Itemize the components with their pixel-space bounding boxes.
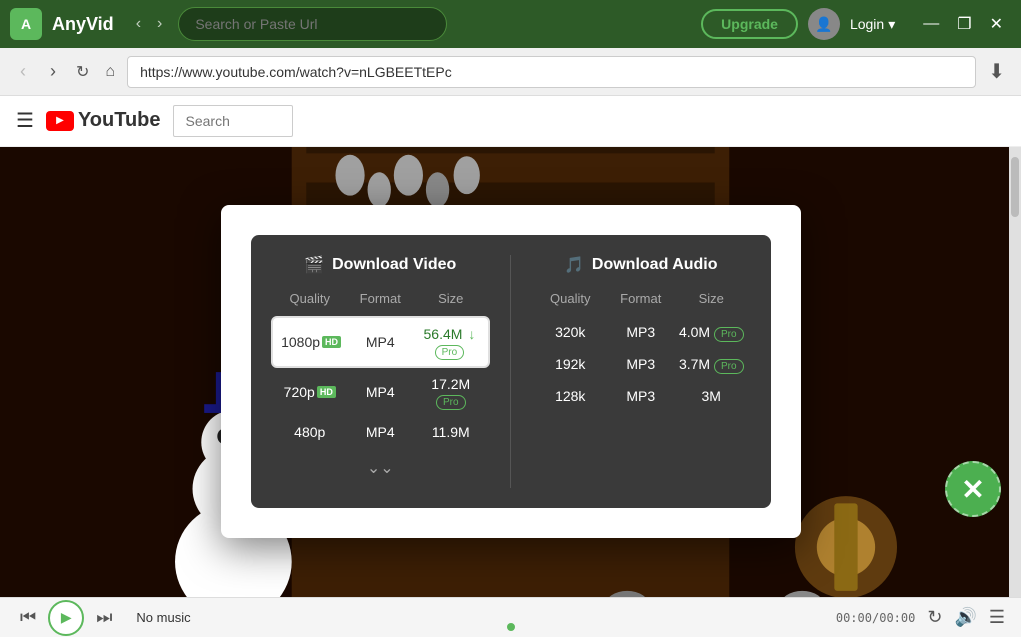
audio-download-column: 🎵 Download Audio Quality Format Size [531, 255, 751, 488]
panel-columns: 🎬 Download Video Quality Format Size [271, 255, 751, 488]
video-download-column: 🎬 Download Video Quality Format Size [271, 255, 491, 488]
nav-arrows: ‹ › [130, 11, 169, 37]
hamburger-menu-button[interactable]: ☰ [16, 108, 34, 133]
audio-size-header: Size [676, 291, 747, 306]
content-wrapper: ☰ YouTube [0, 96, 1021, 637]
refresh-button[interactable]: ↻ [72, 58, 93, 86]
video-row-720p[interactable]: 720p HD MP4 17.2M Pro [271, 368, 491, 416]
audio-section-header: 🎵 Download Audio [531, 255, 751, 275]
video-size-720p: 17.2M Pro [416, 376, 487, 408]
expand-video-button[interactable]: ⌄⌄ [271, 448, 491, 488]
progress-dot [507, 623, 515, 631]
video-quality-480p: 480p [275, 424, 346, 440]
download-modal: 🎬 Download Video Quality Format Size [221, 205, 801, 538]
audio-col-headers: Quality Format Size [531, 291, 751, 306]
youtube-icon [46, 111, 74, 131]
progress-bar-area [0, 623, 1021, 631]
window-controls: — ❐ ✕ [915, 10, 1011, 38]
avatar: 👤 [808, 8, 840, 40]
video-row-1080p[interactable]: 1080p HD MP4 56.4M ↓ Pro [271, 316, 491, 368]
audio-quality-320k: 320k [535, 324, 606, 340]
maximize-button[interactable]: ❐ [949, 10, 979, 38]
browser-download-button[interactable]: ⬇ [984, 55, 1009, 88]
video-section-title: Download Video [332, 256, 456, 274]
video-format-480p: MP4 [345, 424, 416, 440]
url-bar[interactable]: https://www.youtube.com/watch?v=nLGBEETt… [127, 56, 976, 88]
main-content: 🎬 Download Video Quality Format Size [0, 147, 1021, 597]
video-format-header: Format [345, 291, 416, 306]
audio-icon: 🎵 [564, 255, 584, 275]
youtube-search-input[interactable] [173, 105, 293, 137]
browser-back-button[interactable]: ‹ [12, 57, 34, 86]
hd-badge-1080p: HD [322, 336, 341, 348]
video-quality-720p: 720p HD [275, 384, 346, 400]
audio-size-320k: 4.0M Pro [676, 324, 747, 340]
nav-back-button[interactable]: ‹ [130, 11, 147, 37]
video-quality-1080p: 1080p HD [277, 334, 346, 350]
audio-format-192k: MP3 [606, 356, 677, 372]
video-icon: 🎬 [304, 255, 324, 275]
audio-size-192k: 3.7M Pro [676, 356, 747, 372]
home-button[interactable]: ⌂ [101, 59, 119, 85]
chevron-down-icon: ▾ [888, 16, 895, 33]
video-format-1080p: MP4 [346, 334, 415, 350]
login-button[interactable]: Login ▾ [850, 16, 895, 33]
youtube-logo: YouTube [46, 109, 161, 132]
hd-badge-720p: HD [317, 386, 336, 398]
video-size-header: Size [416, 291, 487, 306]
audio-format-320k: MP3 [606, 324, 677, 340]
pro-badge-1080p: Pro [435, 345, 465, 360]
audio-row-192k[interactable]: 192k MP3 3.7M Pro [531, 348, 751, 380]
audio-quality-header: Quality [535, 291, 606, 306]
panel-divider [510, 255, 511, 488]
video-section-header: 🎬 Download Video [271, 255, 491, 275]
upgrade-button[interactable]: Upgrade [701, 9, 798, 39]
audio-format-128k: MP3 [606, 388, 677, 404]
audio-row-320k[interactable]: 320k MP3 4.0M Pro [531, 316, 751, 348]
browser-forward-button[interactable]: › [42, 57, 64, 86]
youtube-header: ☰ YouTube [0, 96, 1021, 147]
app-name: AnyVid [52, 14, 114, 35]
nav-forward-button[interactable]: › [151, 11, 168, 37]
pro-badge-192k: Pro [714, 359, 744, 374]
title-bar: A AnyVid ‹ › Upgrade 👤 Login ▾ — ❐ ✕ [0, 0, 1021, 48]
audio-section-title: Download Audio [592, 256, 718, 274]
video-format-720p: MP4 [345, 384, 416, 400]
close-button[interactable]: ✕ [982, 10, 1011, 38]
browser-bar: ‹ › ↻ ⌂ https://www.youtube.com/watch?v=… [0, 48, 1021, 96]
audio-format-header: Format [606, 291, 677, 306]
app-logo: A [10, 8, 42, 40]
url-text: https://www.youtube.com/watch?v=nLGBEETt… [140, 64, 452, 80]
download-panel: 🎬 Download Video Quality Format Size [251, 235, 771, 508]
download-arrow-icon: ↓ [468, 326, 475, 342]
video-quality-header: Quality [275, 291, 346, 306]
search-bar[interactable] [178, 7, 446, 41]
video-row-480p[interactable]: 480p MP4 11.9M [271, 416, 491, 448]
bottom-player: ⏮ ▶ ⏭ No music 00:00/00:00 ↻ 🔊 ☰ [0, 597, 1021, 637]
pro-badge-720p: Pro [436, 395, 466, 410]
youtube-text: YouTube [78, 109, 161, 132]
minimize-button[interactable]: — [915, 10, 947, 38]
video-size-480p: 11.9M [416, 424, 487, 440]
search-input[interactable] [195, 16, 429, 32]
audio-quality-192k: 192k [535, 356, 606, 372]
audio-size-128k: 3M [676, 388, 747, 404]
video-col-headers: Quality Format Size [271, 291, 491, 306]
video-area: 🎬 Download Video Quality Format Size [0, 147, 1021, 597]
audio-row-128k[interactable]: 128k MP3 3M [531, 380, 751, 412]
audio-quality-128k: 128k [535, 388, 606, 404]
pro-badge-320k: Pro [714, 327, 744, 342]
video-size-1080p: 56.4M ↓ Pro [415, 326, 484, 358]
download-modal-overlay: 🎬 Download Video Quality Format Size [0, 147, 1021, 597]
